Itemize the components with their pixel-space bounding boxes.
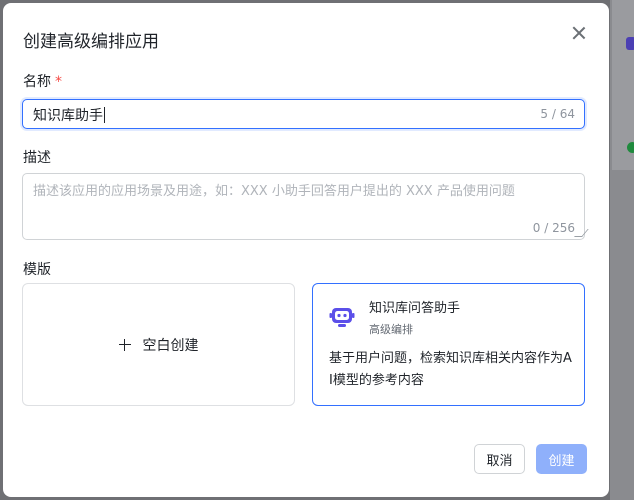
description-char-counter: 0 / 256 [532,221,575,235]
create-button[interactable]: 创建 [536,444,587,474]
name-label-text: 名称 [23,74,51,90]
plus-icon [118,338,131,351]
template-kb-card[interactable]: 知识库问答助手 高级编排 基于用户问题，检索知识库相关内容作为AI模型的参考内容 [312,283,585,406]
name-input-value-wrap: 知识库助手 [33,105,105,125]
name-input-value: 知识库助手 [33,108,103,124]
name-input[interactable]: 知识库助手 5 / 64 [22,99,585,129]
required-mark: * [55,74,62,90]
template-label: 模版 [23,262,51,278]
description-textarea[interactable]: 描述该应用的应用场景及用途，如：XXX 小助手回答用户提出的 XXX 产品使用问… [22,173,589,240]
template-blank-card[interactable]: 空白创建 [22,283,295,406]
cancel-button[interactable]: 取消 [474,444,525,474]
kb-card-subtitle: 高级编排 [369,323,413,336]
blank-card-content: 空白创建 [23,284,294,405]
kb-card-title: 知识库问答助手 [369,301,461,316]
robot-icon [329,308,355,327]
description-placeholder: 描述该应用的应用场景及用途，如：XXX 小助手回答用户提出的 XXX 产品使用问… [33,184,515,199]
close-icon[interactable] [569,23,589,43]
create-app-dialog: 创建高级编排应用 名称 * 知识库助手 5 / 64 描述 描述该应用的应用场景及… [3,3,609,497]
description-label: 描述 [23,150,51,166]
dialog-title: 创建高级编排应用 [23,32,159,52]
resize-handle-icon[interactable] [574,229,589,237]
background-app-icon [626,37,634,50]
name-label: 名称 * [23,71,62,91]
blank-card-label: 空白创建 [142,337,199,354]
text-caret [104,107,105,123]
name-char-counter: 5 / 64 [540,107,575,121]
kb-card-description: 基于用户问题，检索知识库相关内容作为AI模型的参考内容 [329,351,572,388]
background-check-icon [627,142,634,153]
